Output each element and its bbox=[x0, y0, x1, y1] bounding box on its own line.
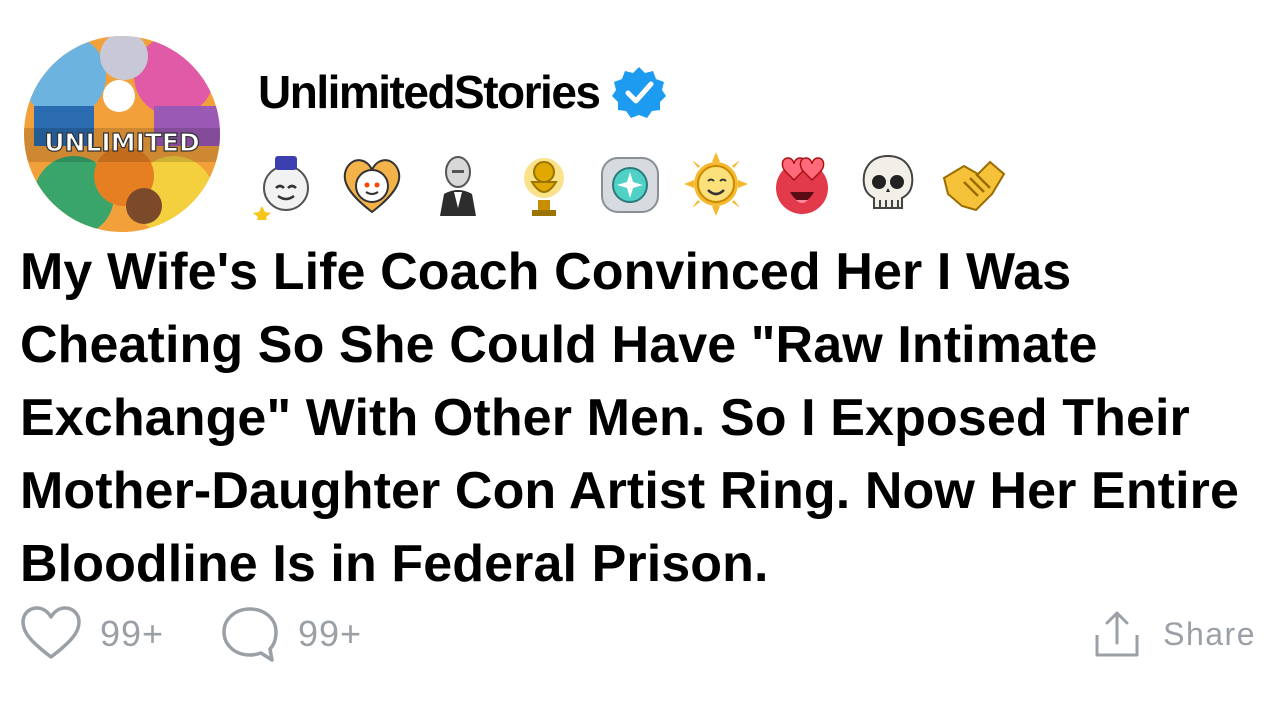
like-count: 99+ bbox=[100, 613, 165, 654]
heart-eyes-award-icon bbox=[336, 148, 408, 220]
sun-smile-award-icon bbox=[680, 148, 752, 220]
author-header: UnlimitedStories bbox=[258, 64, 666, 120]
love-face-award-icon bbox=[766, 148, 838, 220]
post-title[interactable]: My Wife's Life Coach Convinced Her I Was… bbox=[20, 236, 1265, 601]
meme-guy-award-icon bbox=[422, 148, 494, 220]
comment-count: 99+ bbox=[298, 613, 363, 654]
comment-button[interactable]: 99+ bbox=[220, 604, 362, 664]
comment-bubble-icon bbox=[222, 607, 278, 662]
author-name[interactable]: UnlimitedStories bbox=[258, 64, 601, 120]
share-icon bbox=[1095, 611, 1139, 657]
handshake-award-icon bbox=[938, 148, 1010, 220]
share-button[interactable]: Share bbox=[1093, 604, 1256, 664]
avatar-image: UNLIMITED bbox=[24, 36, 220, 232]
skull-award-icon bbox=[852, 148, 924, 220]
avatar[interactable]: UNLIMITED bbox=[24, 36, 220, 232]
avatar-logo-text: UNLIMITED bbox=[44, 128, 200, 157]
heart-icon bbox=[21, 606, 81, 659]
verified-check-icon bbox=[611, 67, 666, 118]
like-button[interactable]: 99+ bbox=[20, 604, 164, 664]
post-actions: 99+ 99+ Share bbox=[20, 604, 1256, 664]
gold-trophy-award-icon bbox=[508, 148, 580, 220]
awards-row bbox=[250, 148, 1010, 220]
platinum-gem-award-icon bbox=[594, 148, 666, 220]
wholesome-award-icon bbox=[250, 148, 322, 220]
share-label: Share bbox=[1163, 615, 1256, 652]
